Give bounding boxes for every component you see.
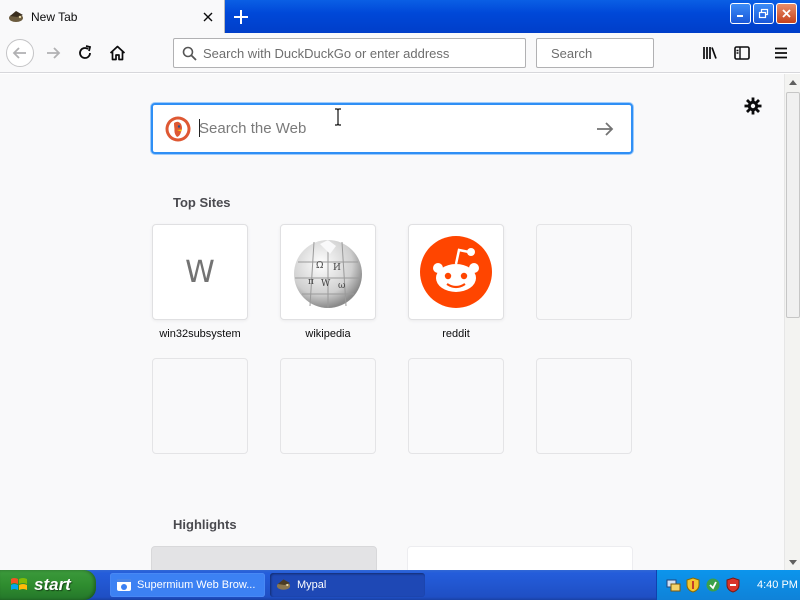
minimize-icon: [737, 15, 743, 17]
settings-button[interactable]: [741, 94, 765, 118]
top-site-tile[interactable]: W: [152, 224, 248, 320]
empty-top-site-tile[interactable]: [152, 358, 248, 454]
forward-button[interactable]: [38, 38, 68, 68]
reload-button[interactable]: [70, 38, 100, 68]
reload-icon: [79, 45, 92, 59]
home-icon: [109, 45, 125, 61]
taskbar-item-supermium[interactable]: Supermium Web Brow...: [110, 573, 265, 597]
new-tab-page: Top Sites W win32subsystem ΩИWωπ: [0, 74, 784, 570]
empty-top-site-tile[interactable]: [280, 358, 376, 454]
top-site-label: wikipedia: [305, 328, 351, 340]
back-button[interactable]: [5, 38, 35, 68]
tab-title: New Tab: [31, 9, 78, 24]
network-icon[interactable]: [665, 577, 681, 593]
empty-top-site-tile[interactable]: [536, 358, 632, 454]
sidebar-icon: [734, 46, 750, 60]
top-site-label: win32subsystem: [159, 328, 241, 340]
library-button[interactable]: [695, 38, 725, 68]
taskbar-item-label: Supermium Web Brow...: [137, 579, 256, 591]
scroll-up-button[interactable]: [785, 74, 800, 90]
close-icon: [782, 9, 791, 18]
wikipedia-globe-icon: Ω ИW ω π: [294, 240, 362, 308]
scroll-down-button[interactable]: [785, 554, 800, 570]
security-shield-icon[interactable]: [685, 577, 701, 593]
top-site-win32subsystem[interactable]: W win32subsystem: [152, 224, 248, 340]
chevron-down-icon: [789, 559, 797, 565]
address-input[interactable]: [203, 45, 525, 61]
back-arrow-icon: [6, 39, 34, 67]
top-site-tile[interactable]: [408, 224, 504, 320]
clock[interactable]: 4:40 PM: [757, 579, 798, 591]
sidebar-button[interactable]: [727, 38, 757, 68]
svg-text:И: И: [333, 263, 341, 273]
top-site-wikipedia[interactable]: ΩИWω π wikipedia: [280, 224, 376, 340]
top-site-tile[interactable]: ΩИWω π: [280, 224, 376, 320]
restore-icon: [758, 8, 769, 19]
hamburger-menu-icon: [775, 47, 787, 59]
vertical-scrollbar[interactable]: [784, 74, 800, 570]
supermium-icon: [117, 579, 131, 591]
close-icon[interactable]: [198, 7, 218, 27]
new-tab-button[interactable]: [228, 4, 254, 30]
minimize-button[interactable]: [730, 3, 751, 24]
svg-text:π: π: [308, 277, 314, 287]
top-site-empty[interactable]: [152, 358, 248, 454]
top-site-reddit[interactable]: reddit: [408, 224, 504, 340]
search-icon: [182, 46, 197, 61]
gear-icon: [744, 97, 762, 115]
tab-new-tab[interactable]: New Tab: [0, 0, 225, 33]
duckduckgo-icon: [165, 116, 191, 141]
web-search-box[interactable]: [151, 103, 633, 154]
top-sites-heading: Top Sites: [173, 195, 231, 210]
highlight-card[interactable]: [407, 546, 633, 570]
web-search-input[interactable]: [199, 120, 591, 137]
mypal-icon: [276, 579, 291, 590]
svg-text:W: W: [321, 279, 331, 289]
top-site-label: reddit: [442, 328, 470, 340]
antivirus-icon[interactable]: [725, 577, 741, 593]
empty-top-site-tile[interactable]: [408, 358, 504, 454]
search-submit-button[interactable]: [591, 115, 619, 143]
search-bar[interactable]: [536, 38, 727, 68]
tile-letter: W: [185, 254, 215, 290]
text-caret: [199, 119, 200, 137]
system-tray: 4:40 PM: [656, 570, 800, 600]
taskbar-item-mypal[interactable]: Mypal: [270, 573, 425, 597]
library-icon: [703, 47, 717, 59]
arrow-right-icon: [597, 121, 614, 136]
mypal-icon: [8, 10, 25, 24]
reddit-alien-icon: [420, 236, 492, 308]
windows-taskbar: start Supermium Web Brow... Mypal 4:40 P…: [0, 570, 800, 600]
restore-button[interactable]: [753, 3, 774, 24]
forward-arrow-icon: [47, 47, 61, 59]
plus-icon: [234, 10, 248, 24]
top-site-empty[interactable]: [536, 358, 632, 454]
chevron-up-icon: [789, 79, 797, 85]
taskbar-item-label: Mypal: [297, 579, 327, 591]
menu-button[interactable]: [766, 38, 796, 68]
update-icon[interactable]: [705, 577, 721, 593]
empty-top-site-tile[interactable]: [536, 224, 632, 320]
home-button[interactable]: [102, 38, 132, 68]
top-site-empty[interactable]: [280, 358, 376, 454]
text-cursor-icon: [335, 108, 341, 126]
highlight-card[interactable]: [151, 546, 377, 570]
navigation-toolbar: [0, 33, 800, 73]
window-controls: [730, 3, 797, 24]
top-site-empty[interactable]: [536, 224, 632, 320]
close-window-button[interactable]: [776, 3, 797, 24]
address-bar[interactable]: [173, 38, 526, 68]
top-site-empty[interactable]: [408, 358, 504, 454]
start-button[interactable]: start: [0, 570, 96, 600]
svg-text:Ω: Ω: [316, 261, 323, 271]
windows-logo-icon: [11, 578, 27, 590]
scrollbar-thumb[interactable]: [786, 92, 800, 318]
svg-text:ω: ω: [338, 281, 345, 291]
start-label: start: [34, 575, 71, 594]
highlights-heading: Highlights: [173, 517, 237, 532]
tab-strip: New Tab: [0, 0, 800, 33]
